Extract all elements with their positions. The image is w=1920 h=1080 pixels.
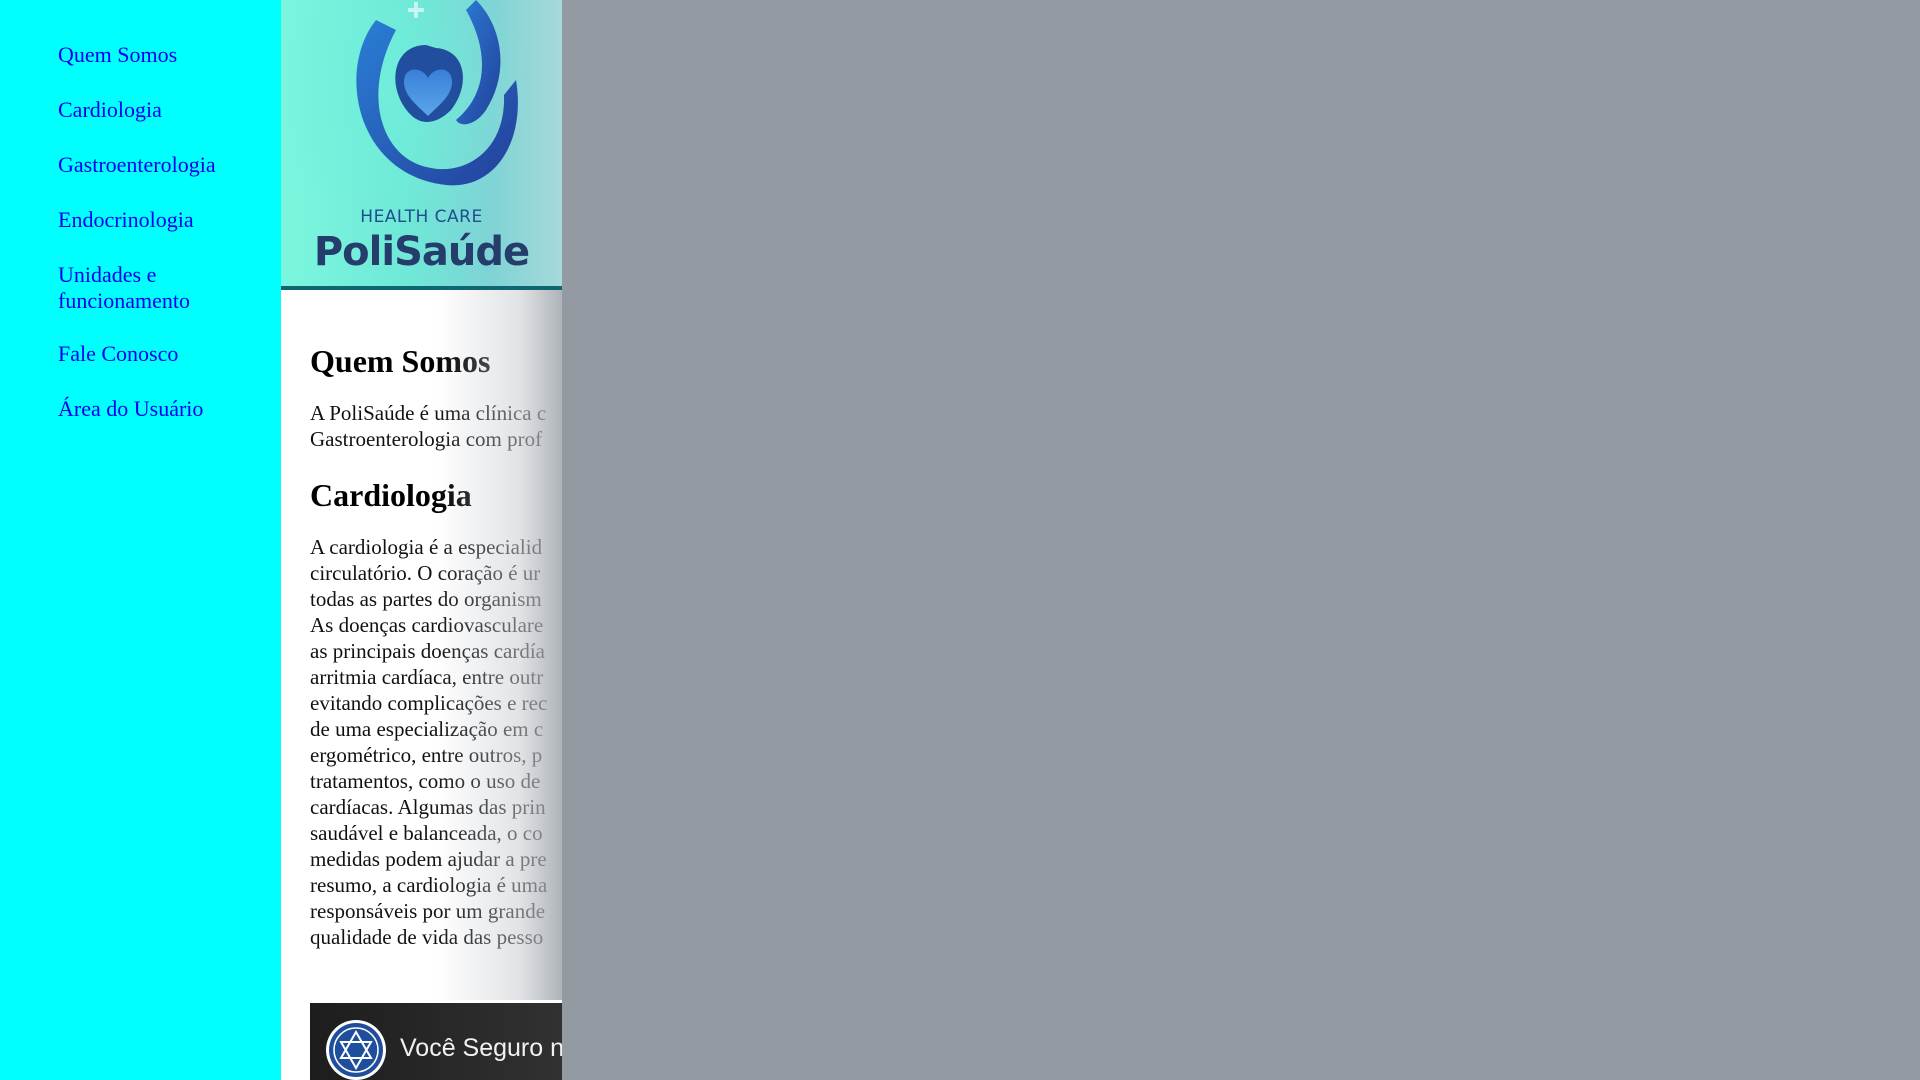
- star-of-david-icon[interactable]: [326, 1020, 386, 1080]
- content-pane: HEALTH CARE PoliSaúde Quem Somos A PoliS…: [281, 0, 562, 1080]
- section-title-quem-somos: Quem Somos: [310, 343, 491, 379]
- logo-brand-name: PoliSaúde: [313, 229, 530, 275]
- text-line: arritmia cardíaca, entre outr: [310, 665, 544, 689]
- text-line: Gastroenterologia com prof: [310, 427, 543, 451]
- text-line: A PoliSaúde é uma clínica c: [310, 401, 547, 425]
- text-line: A cardiologia é a especialid: [310, 535, 543, 559]
- text-line: de uma especialização em c: [310, 717, 544, 741]
- nav-link-area-usuario[interactable]: Área do Usuário: [58, 396, 258, 422]
- modal-backdrop[interactable]: [562, 0, 1920, 1080]
- nav-link-fale-conosco[interactable]: Fale Conosco: [58, 341, 258, 367]
- text-line: As doenças cardiovasculare: [310, 613, 544, 637]
- nav-link-unidades-funcionamento[interactable]: Unidades e funcionamento: [58, 262, 258, 314]
- logo-banner: HEALTH CARE PoliSaúde: [281, 0, 562, 286]
- nav-link-endocrinologia[interactable]: Endocrinologia: [58, 207, 258, 233]
- nav-link-quem-somos[interactable]: Quem Somos: [58, 42, 258, 68]
- text-line: qualidade de vida das pesso: [310, 925, 544, 949]
- text-line: resumo, a cardiologia é uma: [310, 873, 548, 897]
- nav-link-unidades-line1: Unidades e: [58, 262, 157, 287]
- text-line: circulatório. O coração é ur: [310, 561, 541, 585]
- text-line: responsáveis por um grande: [310, 899, 546, 923]
- embedded-video[interactable]: Você Seguro n: [310, 1003, 562, 1080]
- text-line: cardíacas. Algumas das prin: [310, 795, 546, 819]
- sidebar: Quem Somos Cardiologia Gastroenterologia…: [0, 0, 281, 1080]
- video-title[interactable]: Você Seguro n: [400, 1034, 562, 1063]
- text-line: as principais doenças cardía: [310, 639, 545, 663]
- nav-link-gastroenterologia[interactable]: Gastroenterologia: [58, 152, 258, 178]
- nav-link-unidades-line2: funcionamento: [58, 288, 190, 313]
- text-line: tratamentos, como o uso de: [310, 769, 541, 793]
- text-line: ergométrico, entre outros, p: [310, 743, 543, 767]
- nav-link-cardiologia[interactable]: Cardiologia: [58, 97, 258, 123]
- main-content: Quem Somos A PoliSaúde é uma clínica c G…: [310, 290, 562, 950]
- heart-in-hands-logo-icon: [356, 0, 518, 186]
- section-text-cardiologia: A cardiologia é a especialid circulatóri…: [310, 534, 562, 950]
- section-text-quem-somos: A PoliSaúde é uma clínica c Gastroentero…: [310, 400, 562, 452]
- text-line: todas as partes do organism: [310, 587, 542, 611]
- text-line: evitando complicações e rec: [310, 691, 548, 715]
- text-line: medidas podem ajudar a pre: [310, 847, 547, 871]
- text-line: saudável e balanceada, o co: [310, 821, 543, 845]
- channel-avatar-svg: [329, 1023, 383, 1077]
- sidebar-nav: Quem Somos Cardiologia Gastroenterologia…: [58, 42, 258, 451]
- logo-tagline: HEALTH CARE: [360, 207, 483, 227]
- section-title-cardiologia: Cardiologia: [310, 477, 472, 513]
